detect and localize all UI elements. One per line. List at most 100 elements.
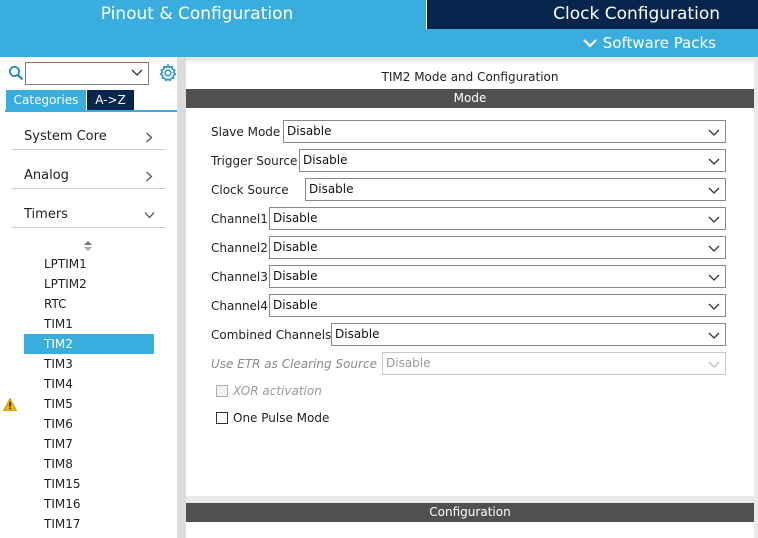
select-value: Disable — [386, 356, 431, 370]
chevron-right-icon — [146, 132, 153, 143]
peripheral-tim2[interactable]: TIM2 — [24, 334, 154, 354]
software-packs-menu[interactable]: Software Packs — [583, 34, 716, 52]
select-value: Disable — [273, 211, 318, 225]
peripheral-rtc[interactable]: RTC — [24, 294, 154, 314]
field-label: Channel4 — [211, 298, 268, 313]
channel4-select[interactable]: Disable — [269, 294, 726, 317]
software-packs-label: Software Packs — [602, 34, 716, 52]
peripheral-tim15[interactable]: TIM15 — [24, 474, 154, 494]
field-channel1: Channel1 Disable — [211, 207, 726, 230]
gear-icon[interactable] — [158, 63, 178, 83]
clock-source-select[interactable]: Disable — [305, 178, 726, 201]
xor-activation-option: XOR activation — [216, 383, 322, 399]
field-label: Channel3 — [211, 269, 268, 284]
field-channel2: Channel2 Disable — [211, 236, 726, 259]
configuration-section: Configuration — [186, 503, 754, 538]
peripheral-tim7[interactable]: TIM7 — [24, 434, 154, 454]
select-value: Disable — [273, 240, 318, 254]
peripheral-tim6[interactable]: TIM6 — [24, 414, 154, 434]
peripheral-lptim2[interactable]: LPTIM2 — [24, 274, 154, 294]
sub-toolbar: Software Packs — [0, 29, 758, 57]
chevron-down-icon[interactable] — [131, 69, 143, 77]
tab-a-z[interactable]: A->Z — [87, 90, 134, 110]
peripheral-tim17[interactable]: TIM17 — [24, 514, 154, 534]
peripheral-tim5[interactable]: TIM5 — [3, 394, 154, 414]
channel1-select[interactable]: Disable — [269, 207, 726, 230]
chevron-down-icon — [708, 245, 720, 252]
peripheral-label: TIM5 — [44, 397, 73, 411]
tab-clock-configuration[interactable]: Clock Configuration — [427, 0, 758, 29]
peripheral-label: TIM7 — [44, 437, 73, 451]
category-analog[interactable]: Analog — [12, 163, 165, 189]
category-label: Timers — [24, 207, 68, 222]
checkbox-label[interactable]: One Pulse Mode — [233, 411, 329, 425]
tab-categories-label: Categories — [13, 93, 79, 107]
combined-channels-select[interactable]: Disable — [331, 323, 726, 346]
field-channel3: Channel3 Disable — [211, 265, 726, 288]
one-pulse-mode-checkbox[interactable] — [216, 412, 228, 424]
chevron-down-icon — [708, 361, 720, 368]
search-icon[interactable] — [8, 65, 24, 81]
slave-mode-select[interactable]: Disable — [283, 120, 726, 143]
select-value: Disable — [273, 269, 318, 283]
channel3-select[interactable]: Disable — [269, 265, 726, 288]
field-label: Channel2 — [211, 240, 268, 255]
trigger-source-select[interactable]: Disable — [299, 149, 726, 172]
chevron-down-icon — [708, 216, 720, 223]
peripheral-label: LPTIM1 — [44, 257, 87, 271]
search-input[interactable] — [25, 62, 149, 85]
peripheral-tim1[interactable]: TIM1 — [24, 314, 154, 334]
field-slave-mode: Slave Mode Disable — [211, 120, 726, 143]
mode-header[interactable]: Mode — [186, 89, 754, 108]
category-timers[interactable]: Timers — [12, 202, 165, 228]
page-title: TIM2 Mode and Configuration — [381, 70, 559, 84]
select-value: Disable — [287, 124, 332, 138]
field-trigger-source: Trigger Source Disable — [211, 149, 726, 172]
checkbox-label: XOR activation — [233, 384, 322, 398]
chevron-down-icon — [583, 39, 597, 48]
peripheral-label: TIM4 — [44, 377, 73, 391]
peripheral-label: TIM2 — [44, 337, 73, 351]
category-label: System Core — [24, 129, 107, 144]
select-value: Disable — [273, 298, 318, 312]
peripheral-tim4[interactable]: TIM4 — [24, 374, 154, 394]
tab-categories[interactable]: Categories — [6, 90, 86, 110]
etr-clearing-source-select: Disable — [382, 352, 726, 375]
configuration-header[interactable]: Configuration — [186, 503, 754, 522]
select-value: Disable — [335, 327, 380, 341]
peripheral-tim3[interactable]: TIM3 — [24, 354, 154, 374]
mode-section: TIM2 Mode and Configuration Mode Slave M… — [186, 61, 754, 496]
peripheral-label: TIM3 — [44, 357, 73, 371]
tab-underline — [5, 110, 177, 112]
chevron-down-icon — [708, 303, 720, 310]
tab-pinout-configuration[interactable]: Pinout & Configuration — [0, 0, 426, 29]
peripheral-lptim1[interactable]: LPTIM1 — [24, 254, 154, 274]
one-pulse-mode-option: One Pulse Mode — [216, 410, 329, 426]
field-label: Combined Channels — [211, 327, 332, 342]
category-system-core[interactable]: System Core — [12, 124, 165, 150]
app-window: Pinout & Configuration Clock Configurati… — [0, 0, 758, 538]
field-label: Clock Source — [211, 182, 289, 197]
xor-activation-checkbox — [216, 385, 228, 397]
chevron-right-icon — [146, 171, 153, 182]
right-panel: TIM2 Mode and Configuration Mode Slave M… — [186, 57, 758, 538]
peripheral-label: TIM16 — [44, 497, 81, 511]
field-label: Channel1 — [211, 211, 268, 226]
panel-splitter[interactable] — [177, 57, 186, 538]
peripheral-label: TIM6 — [44, 417, 73, 431]
warning-icon — [3, 398, 17, 411]
peripheral-label: TIM17 — [44, 517, 81, 531]
select-value: Disable — [309, 182, 354, 196]
peripheral-label: TIM15 — [44, 477, 81, 491]
field-combined-channels: Combined Channels Disable — [211, 323, 726, 346]
peripheral-tim16[interactable]: TIM16 — [24, 494, 154, 514]
peripheral-label: RTC — [44, 297, 67, 311]
peripheral-tim8[interactable]: TIM8 — [24, 454, 154, 474]
tab-clock-label: Clock Configuration — [553, 4, 720, 24]
field-label: Trigger Source — [211, 153, 298, 168]
select-value: Disable — [303, 153, 348, 167]
chevron-down-icon — [708, 129, 720, 136]
field-clock-source: Clock Source Disable — [211, 178, 726, 201]
sort-icon[interactable] — [83, 240, 93, 252]
channel2-select[interactable]: Disable — [269, 236, 726, 259]
